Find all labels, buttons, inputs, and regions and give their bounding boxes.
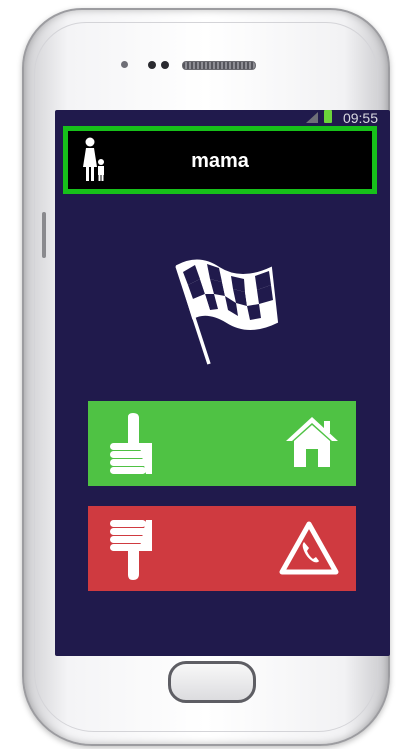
signal-icon (306, 112, 318, 123)
home-icon (286, 417, 338, 467)
checkered-flag-icon (175, 259, 279, 365)
contact-header[interactable]: mama (63, 126, 377, 194)
yes-home-button[interactable] (88, 401, 356, 486)
earpiece-speaker (182, 61, 256, 70)
status-bar: 09:55 (55, 110, 390, 126)
app-screen: 09:55 mama (55, 110, 390, 656)
front-camera (148, 61, 156, 69)
emergency-call-icon (279, 521, 339, 575)
side-button (42, 212, 46, 258)
battery-icon (324, 110, 332, 123)
contact-name: mama (191, 150, 249, 172)
proximity-sensor (121, 61, 128, 68)
thumbs-up-icon (110, 413, 152, 474)
status-time: 09:55 (342, 110, 378, 126)
thumbs-down-icon (110, 520, 152, 580)
no-emergency-button[interactable] (88, 506, 356, 591)
hardware-home-button[interactable] (168, 661, 256, 703)
light-sensor (161, 61, 169, 69)
